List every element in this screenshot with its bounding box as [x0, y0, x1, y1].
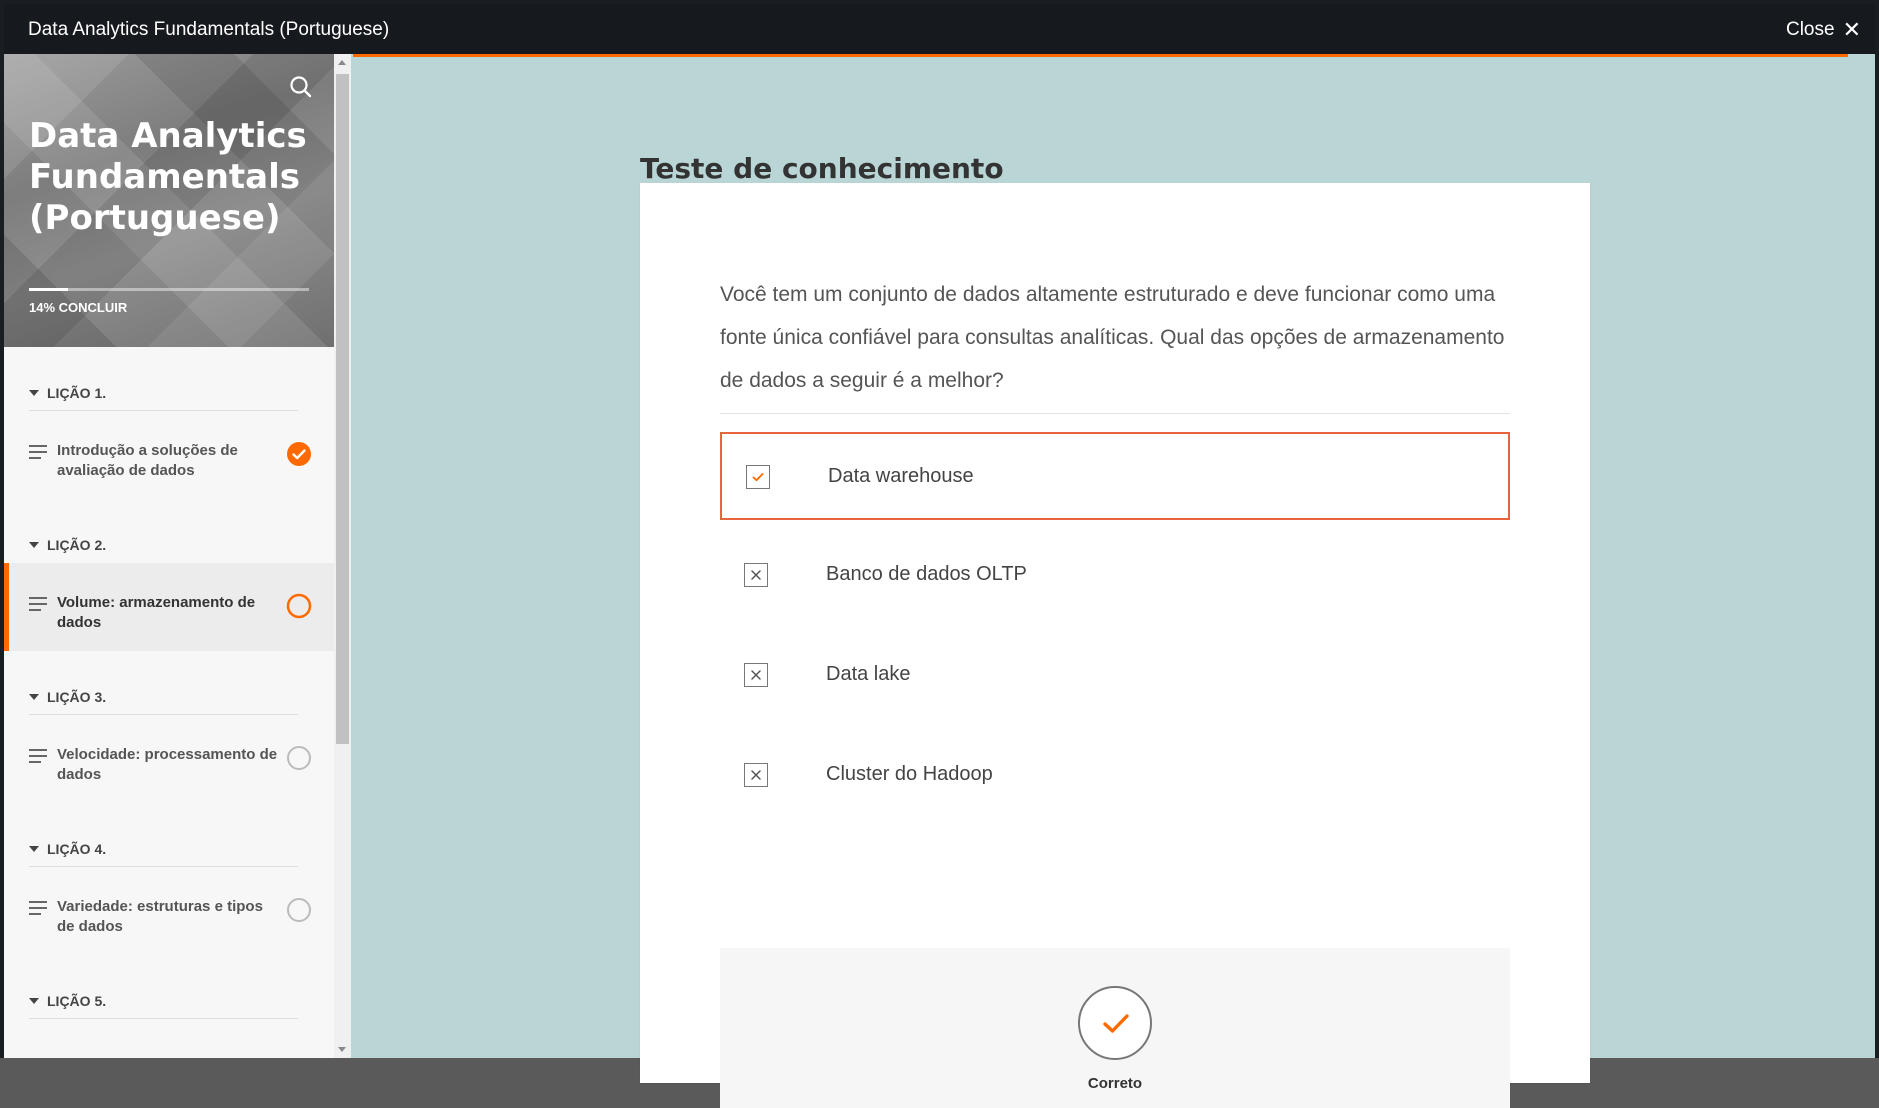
right-edge: [1856, 54, 1875, 1058]
feedback-label: Correto: [1087, 1075, 1143, 1092]
caret-down-icon: [29, 998, 39, 1004]
text-lines-icon: [29, 597, 47, 615]
caret-down-icon: [29, 846, 39, 852]
not-started-icon: [287, 898, 311, 922]
answer-option-2[interactable]: Banco de dados OLTP: [720, 532, 1510, 620]
sidebar-scrollbar[interactable]: [334, 54, 351, 1058]
correct-badge: [1078, 986, 1152, 1060]
lesson-header-5[interactable]: LIÇÃO 5.: [4, 955, 334, 1019]
lesson-list: LIÇÃO 1. Introdução a soluções de avalia…: [4, 347, 334, 1019]
topic-item-4[interactable]: Variedade: estruturas e tipos de dados: [4, 867, 334, 955]
checkbox[interactable]: [744, 563, 768, 587]
topic-label: Variedade: estruturas e tipos de dados: [57, 898, 263, 935]
app-frame: Data Analytics Fundamentals (Portuguese)…: [0, 0, 1879, 1108]
progress-label: 14% CONCLUIR: [29, 300, 128, 315]
question-text: Você tem um conjunto de dados altamente …: [720, 283, 1505, 392]
progress-fill: [29, 288, 69, 291]
caret-down-icon: [29, 694, 39, 700]
topic-item-3[interactable]: Velocidade: processamento de dados: [4, 715, 334, 803]
checkbox[interactable]: [746, 465, 770, 489]
checkmark-icon: [752, 473, 764, 482]
divider: [29, 1018, 298, 1019]
divider: [720, 413, 1510, 414]
text-lines-icon: [29, 445, 47, 463]
search-icon[interactable]: [288, 74, 314, 100]
answer-option-3[interactable]: Data lake: [720, 632, 1510, 720]
close-label: Close: [1785, 19, 1835, 40]
text-lines-icon: [29, 901, 47, 919]
lesson-label: LIÇÃO 4.: [47, 841, 107, 857]
cross-icon: [751, 570, 761, 580]
not-started-icon: [287, 746, 311, 770]
checkbox[interactable]: [744, 663, 768, 687]
lesson-header-1[interactable]: LIÇÃO 1.: [4, 347, 334, 411]
in-progress-icon: [286, 593, 312, 619]
option-label: Cluster do Hadoop: [826, 763, 993, 785]
topic-item-2[interactable]: Volume: armazenamento de dados: [4, 563, 334, 651]
window-title: Data Analytics Fundamentals (Portuguese): [28, 19, 390, 40]
checkbox[interactable]: [744, 763, 768, 787]
lesson-label: LIÇÃO 3.: [47, 689, 107, 705]
answer-option-4[interactable]: Cluster do Hadoop: [720, 732, 1510, 820]
option-label: Data warehouse: [828, 465, 974, 487]
scroll-thumb[interactable]: [336, 74, 349, 744]
topic-label: Introdução a soluções de avaliação de da…: [57, 442, 238, 479]
sidebar: Data Analytics Fundamentals (Portuguese)…: [4, 54, 334, 1058]
checkmark-icon: [1103, 1014, 1129, 1033]
complete-check-icon: [287, 442, 311, 466]
close-icon: ✕: [1842, 17, 1861, 42]
topic-label: Volume: armazenamento de dados: [57, 594, 256, 631]
top-bar: Data Analytics Fundamentals (Portuguese)…: [4, 4, 1875, 54]
lesson-header-4[interactable]: LIÇÃO 4.: [4, 803, 334, 867]
lesson-label: LIÇÃO 5.: [47, 993, 107, 1009]
scroll-down-icon[interactable]: [338, 1047, 346, 1052]
cross-icon: [751, 670, 761, 680]
cross-icon: [751, 770, 761, 780]
option-label: Banco de dados OLTP: [826, 563, 1027, 585]
accent-bar: [353, 54, 1848, 57]
main-content: Teste de conhecimento Você tem um conjun…: [351, 54, 1856, 1108]
option-label: Data lake: [826, 663, 911, 685]
topic-item-1[interactable]: Introdução a soluções de avaliação de da…: [4, 411, 334, 499]
caret-down-icon: [29, 390, 39, 396]
course-title: Data Analytics Fundamentals (Portuguese): [29, 116, 307, 238]
lesson-label: LIÇÃO 1.: [47, 385, 107, 401]
feedback-panel: Correto: [720, 948, 1510, 1108]
quiz-card: Você tem um conjunto de dados altamente …: [640, 183, 1590, 1108]
answer-option-1[interactable]: Data warehouse: [720, 432, 1510, 520]
lesson-header-2[interactable]: LIÇÃO 2.: [4, 499, 334, 563]
scroll-up-icon[interactable]: [338, 60, 346, 65]
progress-bar: [29, 288, 309, 291]
page-title: Teste de conhecimento: [640, 152, 1004, 185]
close-button[interactable]: Close ✕: [1786, 19, 1861, 41]
text-lines-icon: [29, 749, 47, 767]
lesson-header-3[interactable]: LIÇÃO 3.: [4, 651, 334, 715]
course-hero: Data Analytics Fundamentals (Portuguese)…: [4, 54, 334, 347]
topic-label: Velocidade: processamento de dados: [57, 746, 278, 783]
caret-down-icon: [29, 542, 39, 548]
lesson-label: LIÇÃO 2.: [47, 537, 107, 553]
